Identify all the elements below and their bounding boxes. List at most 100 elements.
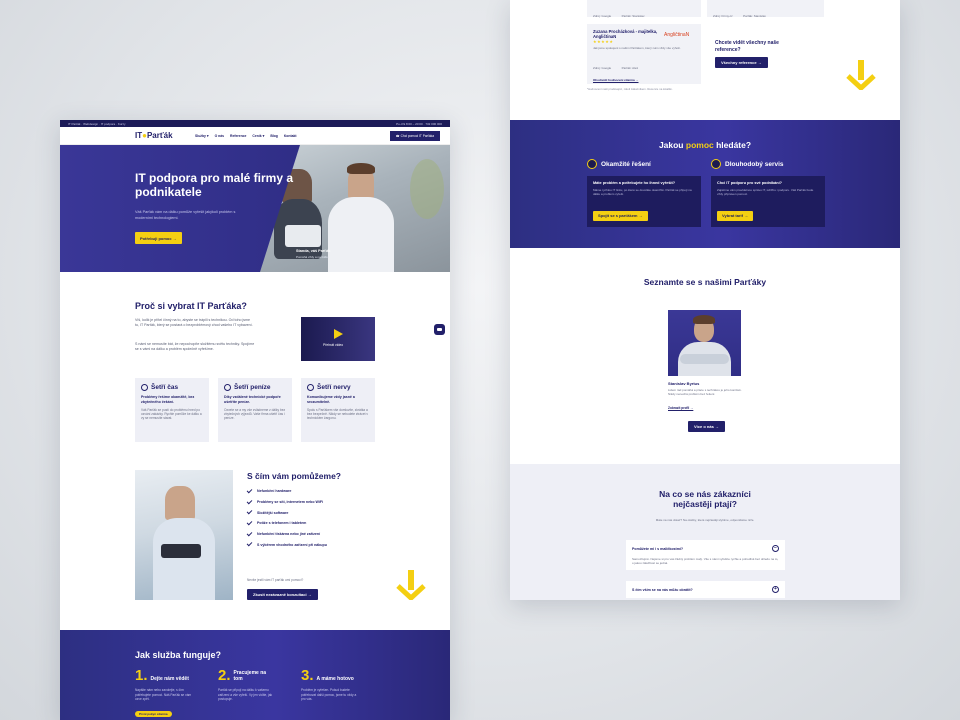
check-icon	[246, 498, 253, 504]
review-link[interactable]: Ohodnotit hodnocení zdarma →	[593, 78, 695, 82]
team-member-arms	[680, 354, 729, 364]
list-item: S výběrem vhodného zařízení při nákupu	[246, 539, 327, 550]
help-note: Nevíte jestli vám IT parťák umí pomoci?	[247, 578, 304, 582]
references-heading: Chcete vidět všechny naše reference?	[715, 40, 779, 53]
faq-item[interactable]: Pomůžete mi i s maličkostmi? − Samozřejmě…	[626, 540, 785, 571]
logo[interactable]: IT●Parťák	[135, 131, 195, 140]
faq-question[interactable]: S čím vším se na vás můžu obrátit?	[632, 588, 693, 592]
arrow-down-icon	[396, 570, 426, 600]
rating-stars-icon: ★★★★★	[593, 39, 614, 44]
help-photo	[135, 470, 233, 600]
hero-person-hair	[347, 163, 375, 174]
nav-cta-button[interactable]: ☎ Chci pomoci IT Parťáka	[389, 130, 440, 141]
consultation-button[interactable]: Zkusit nezávazně konzultaci →	[247, 589, 318, 600]
nav-items: Služby ▾ O nás Reference Ceník ▾ Blog Ko…	[195, 134, 390, 138]
contact-partner-button[interactable]: Spojit se s parťákem →	[593, 210, 648, 221]
list-item-label: Problémy se sítí, internetem nebo WiFi	[257, 500, 324, 505]
how-it-works: Jak služba funguje? 1. Dejte nám vědět Na…	[60, 630, 450, 720]
review-partner: Parťák: Stanislav	[743, 14, 766, 18]
benefit-title: Šetří čas	[151, 384, 179, 391]
hero-help-button[interactable]: Potřebuji pomoc →	[135, 232, 182, 244]
step-text: Napište nám nebo zavolejte, s čím potřeb…	[135, 688, 192, 701]
hero-caption: Standa, váš Parťák	[296, 249, 331, 253]
hero-title: IT podpora pro malé firmy a podnikatele	[135, 171, 294, 199]
help-type-title: Jakou pomoc hledáte?	[510, 140, 900, 150]
step-text: Parťák se připojí na dálku k vašemu zaří…	[218, 688, 273, 701]
benefit-card: Šetří nervy Komunikujeme vždy jasně a sr…	[301, 378, 375, 442]
nav-item-cenik[interactable]: Ceník ▾	[252, 134, 264, 138]
team-title: Seznamte se s našimi Parťáky	[643, 277, 767, 287]
nav-item-o-nas[interactable]: O nás	[215, 134, 224, 138]
check-icon	[246, 508, 253, 515]
list-item-label: Složitější software	[257, 510, 289, 515]
check-icon	[246, 540, 253, 547]
list-item-label: Nefunkční tiskárna nebo jiné zařízení	[257, 532, 321, 537]
reviews-footnote: *Hodnocení naší prodávající, nikoli záka…	[587, 87, 673, 91]
option-card-text: Zajistíme vám pravidelnou správu IT, údr…	[717, 188, 814, 197]
benefit-text: Váš Parťák se pustí do problému hned po …	[141, 407, 202, 421]
check-icon	[246, 530, 253, 536]
help-type-title-a: Jakou	[658, 140, 686, 150]
help-person-shirt	[153, 518, 215, 600]
team-member-photo	[668, 310, 741, 376]
step-badge[interactable]: První pokyn zdarma	[135, 710, 172, 717]
main-nav: IT●Parťák Služby ▾ O nás Reference Ceník…	[60, 127, 450, 145]
team-profile-link[interactable]: Zobrazit profil →	[668, 406, 693, 410]
all-references-button[interactable]: Všechny reference →	[715, 57, 768, 68]
collapse-icon[interactable]: −	[772, 545, 779, 552]
benefit-card: Šetří čas Problémy řešíme okamžitě, bez …	[135, 378, 209, 442]
lightning-icon	[587, 159, 597, 169]
list-item: Nefunkční tiskárna nebo jiné zařízení	[246, 529, 327, 540]
benefit-lead: Díky vzdálené technické podpoře ušetříte…	[224, 395, 281, 404]
benefit-title: Šetří peníze	[234, 384, 271, 391]
homepage-mockup: IT Parťák · Webdesign · IT podpora · Kur…	[60, 120, 450, 720]
benefit-title: Šetří nervy	[317, 384, 351, 391]
step-heading: Pracujeme na tom	[233, 670, 267, 682]
review-card: Zdroj: Firmy.cz Parťák: Stanislav	[707, 0, 824, 18]
chat-icon[interactable]	[434, 324, 445, 335]
video-label: Přehrát video	[323, 343, 344, 347]
review-source: Zdroj: Google	[593, 66, 612, 70]
top-bar: IT Parťák · Webdesign · IT podpora · Kur…	[60, 120, 450, 127]
faq-question[interactable]: Pomůžete mi i s maličkostmi?	[632, 547, 683, 551]
expand-icon[interactable]: +	[772, 586, 779, 593]
nav-item-reference[interactable]: Reference	[230, 134, 246, 138]
choose-plan-button[interactable]: Vybrat tarif →	[717, 210, 754, 221]
list-item: Nefunkční hardware	[246, 486, 327, 497]
clock-icon	[141, 384, 148, 391]
how-title: Jak služba funguje?	[135, 650, 222, 660]
phone-icon	[161, 544, 201, 558]
benefit-text: Ozvete se a my vše zvládneme z dálky bez…	[224, 407, 286, 421]
nav-item-sluzby[interactable]: Služby ▾	[195, 134, 209, 138]
review-author: Zuzana Procházková - majitelka, Angličti…	[593, 29, 658, 39]
arrow-down-icon	[846, 60, 876, 90]
benefit-text: Spolu s Parťákem vše domluvíte, zkrátka …	[307, 407, 368, 421]
logo-partak: Parťák	[146, 131, 173, 140]
step: 1. Dejte nám vědět Napište nám nebo zavol…	[135, 667, 195, 720]
refresh-icon	[711, 159, 721, 169]
benefit-lead: Problémy řešíme okamžitě, bez zbytečného…	[141, 395, 195, 404]
review-partner: Parťák: Aleš	[621, 66, 638, 70]
option-card: Máte problém a potřebujete ho ihned vyře…	[587, 176, 701, 227]
help-type-title-b: pomoc	[685, 140, 714, 150]
subpage-mockup: Zdroj: Google Parťák: Stanislav Zdroj: F…	[510, 0, 900, 600]
review-source: Zdroj: Firmy.cz	[713, 14, 733, 18]
step: 3. A máme hotovo Problém je vyřešen. Poku…	[301, 667, 361, 702]
step-heading: A máme hotovo	[316, 676, 354, 682]
nav-item-kontakt[interactable]: Kontakt	[284, 134, 297, 138]
top-bar-contact[interactable]: Po–Pá 8:00 – 20:00 · 732 000 000	[396, 122, 442, 126]
play-icon[interactable]	[334, 329, 343, 339]
faq-title: Na co se nás zákazníci nejčastěji ptají?	[659, 489, 751, 509]
about-us-button[interactable]: Více o nás →	[688, 421, 725, 432]
video-thumbnail[interactable]: Přehrát video	[301, 317, 375, 361]
option-card-text: Máme rychlou IT linku, po které se dovol…	[593, 188, 692, 197]
review-source: Zdroj: Google	[593, 14, 612, 18]
team-member-name: Stanislav Byrtus	[668, 381, 700, 386]
step: 2. Pracujeme na tom Parťák se připojí na …	[218, 667, 278, 702]
faq-item[interactable]: S čím vším se na vás můžu obrátit? +	[626, 581, 785, 598]
nav-item-blog[interactable]: Blog	[270, 134, 278, 138]
benefit-card: Šetří peníze Díky vzdálené technické pod…	[218, 378, 292, 442]
faq-section: Na co se nás zákazníci nejčastěji ptají?…	[510, 464, 900, 600]
why-text-2: S námi se nemusíte bát, že nepochopíte s…	[135, 342, 255, 351]
help-title: S čím vám pomůžeme?	[247, 471, 342, 481]
